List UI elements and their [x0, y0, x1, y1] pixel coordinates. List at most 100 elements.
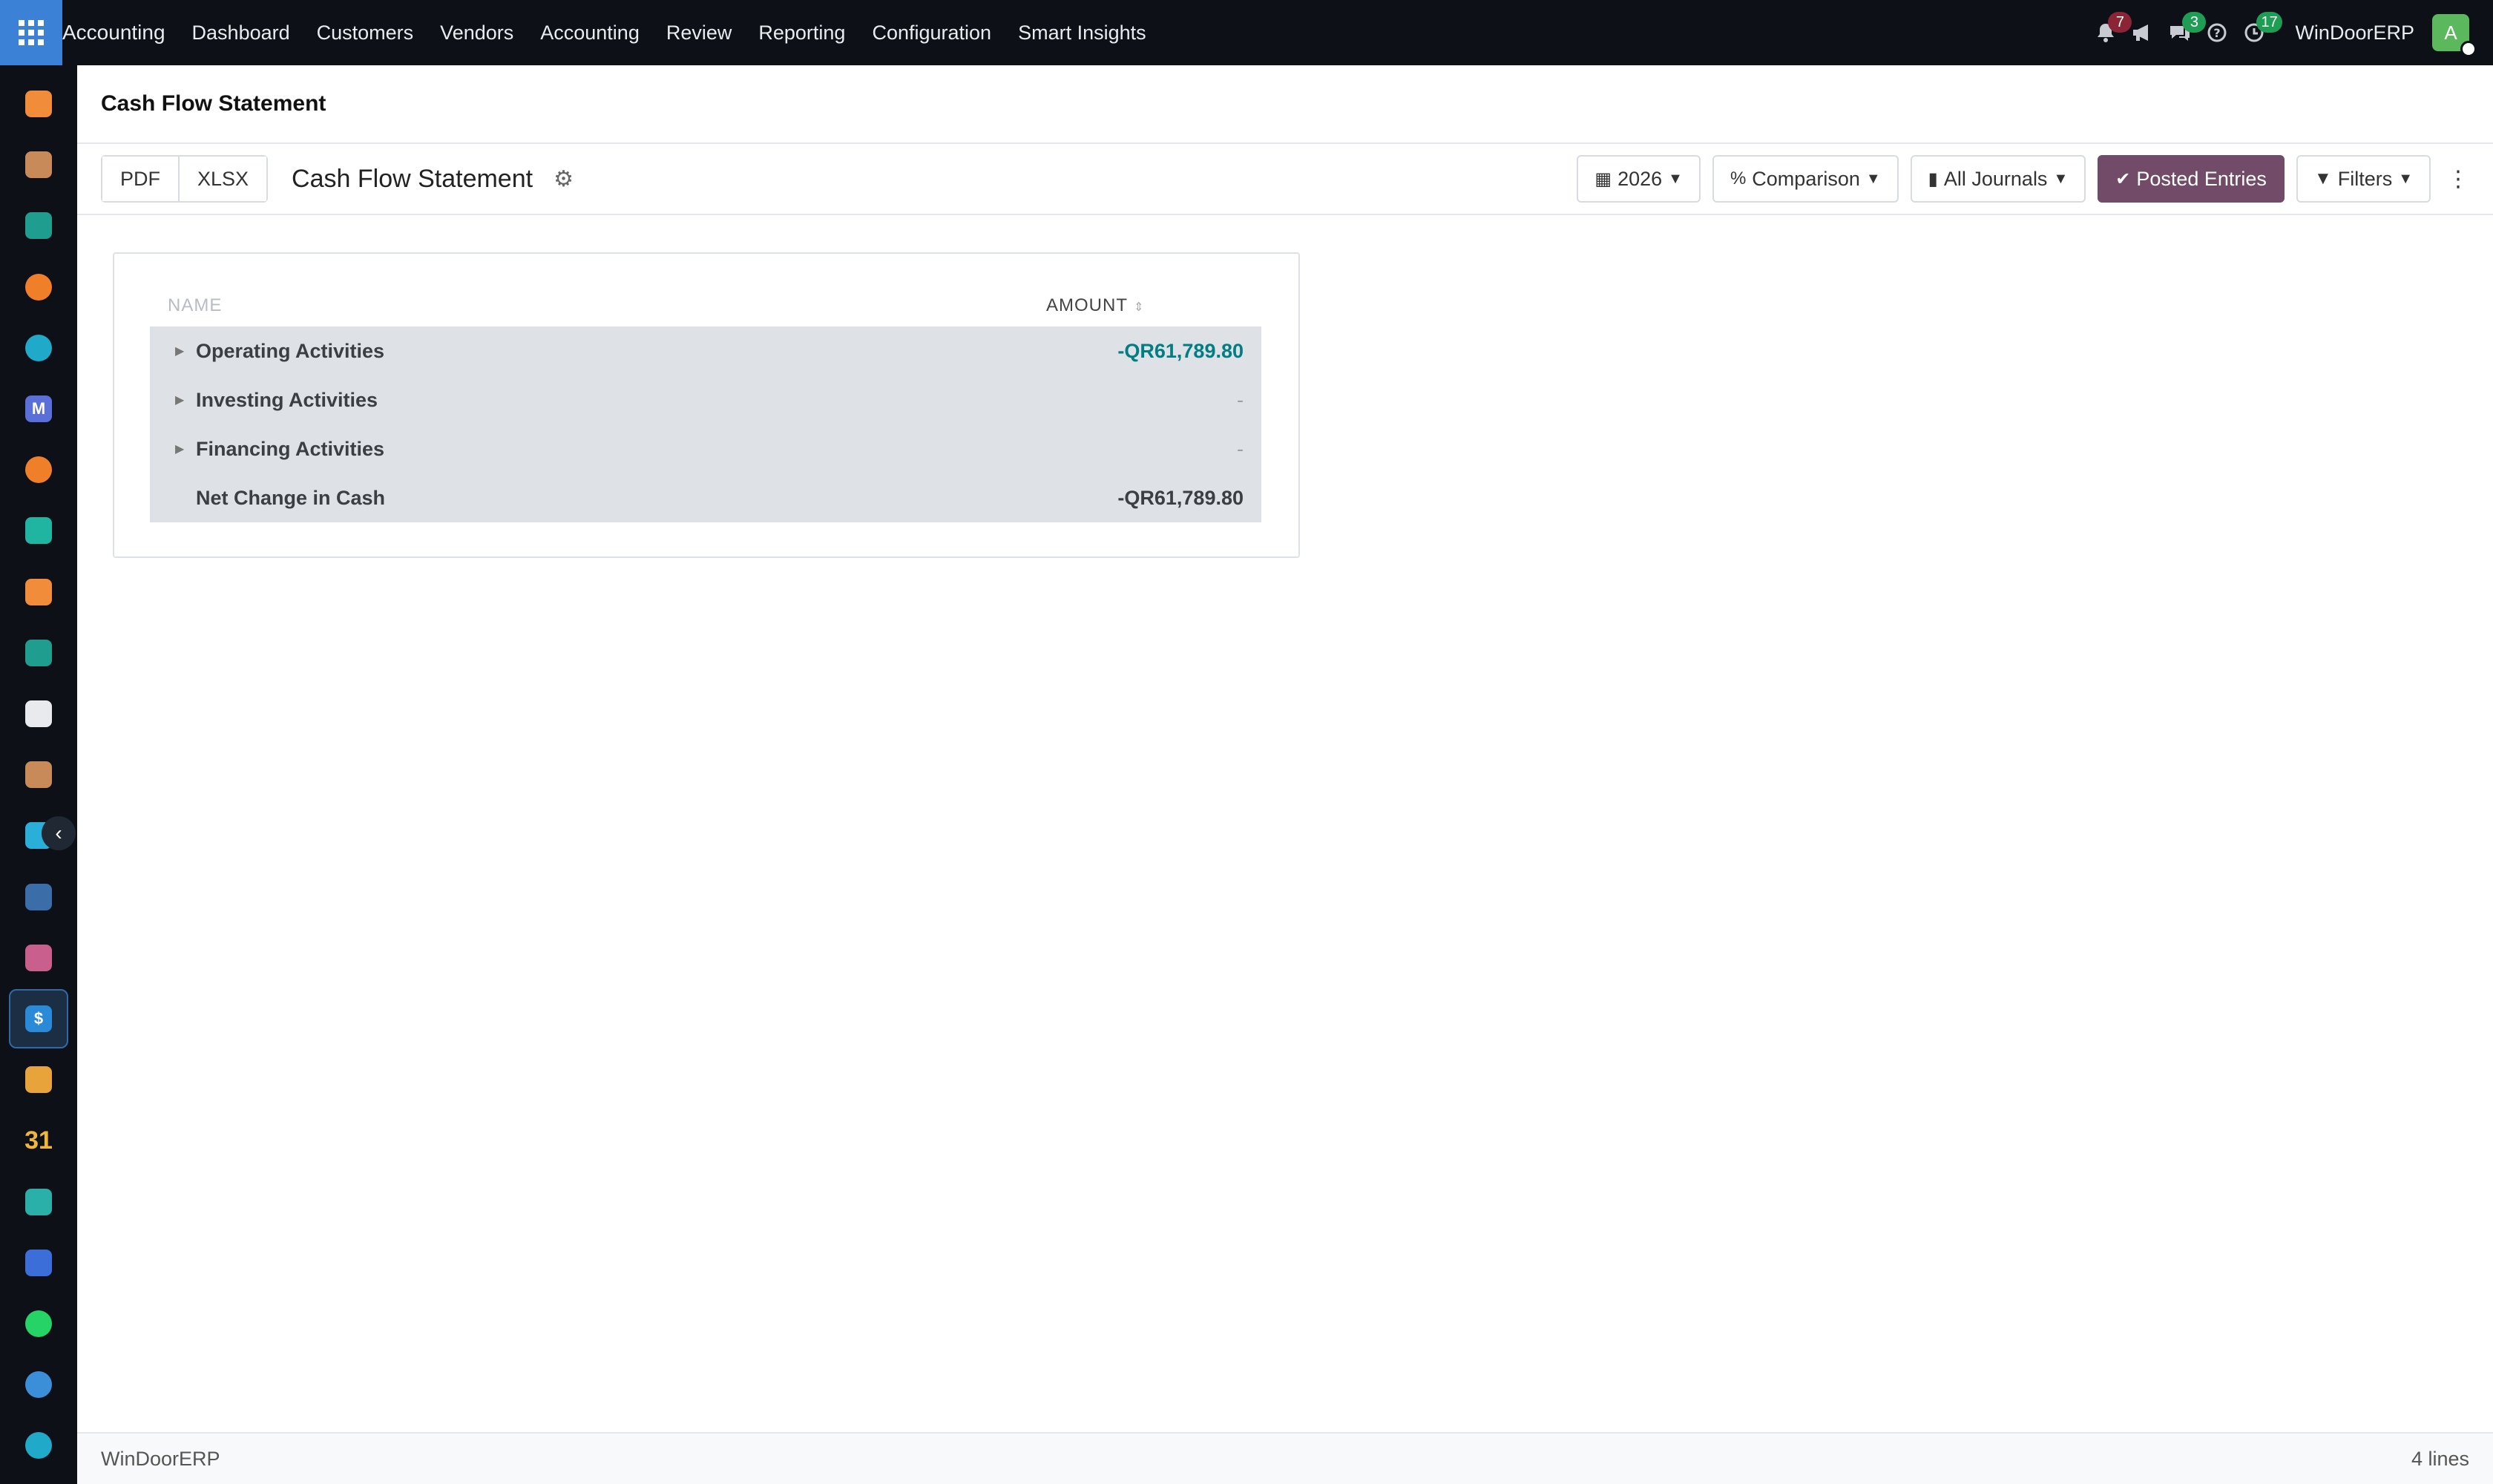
menu-brand[interactable]: Accounting — [62, 21, 179, 45]
sidebar-app-item[interactable] — [9, 135, 68, 194]
more-options-icon[interactable]: ⋮ — [2447, 166, 2469, 192]
line-name: Operating Activities — [196, 339, 385, 362]
svg-text:?: ? — [2214, 26, 2221, 40]
sidebar-app-item[interactable] — [9, 1355, 68, 1414]
report-line-financing[interactable]: ▶ Financing Activities - — [150, 424, 1261, 473]
sidebar-app-item[interactable] — [9, 623, 68, 683]
menu-reporting[interactable]: Reporting — [745, 22, 858, 45]
user-avatar[interactable]: A — [2432, 14, 2477, 57]
menu-dashboard[interactable]: Dashboard — [179, 22, 303, 45]
sidebar-app-item[interactable] — [9, 1233, 68, 1293]
sidebar-app-item[interactable] — [9, 257, 68, 317]
line-amount: -QR61,789.80 — [1117, 486, 1244, 509]
sidebar-collapse-chevron-left-icon[interactable]: ‹ — [42, 816, 76, 850]
activities-button[interactable]: 17 — [2236, 0, 2282, 65]
column-header-name: NAME — [168, 295, 223, 315]
top-navbar: Accounting Dashboard Customers Vendors A… — [0, 0, 2493, 65]
sidebar-app-item[interactable]: $ — [9, 989, 68, 1048]
menu-customers[interactable]: Customers — [303, 22, 427, 45]
sidebar-app-item[interactable] — [9, 440, 68, 499]
footer-line-count: 4 lines — [2411, 1447, 2469, 1470]
sidebar-app-item[interactable] — [9, 196, 68, 255]
sidebar-app-item[interactable] — [9, 318, 68, 378]
comparison-label: Comparison — [1752, 167, 1860, 190]
presence-dot — [2460, 41, 2477, 57]
filters-label: Filters — [2337, 167, 2393, 190]
filters-button[interactable]: ▼ Filters ▼ — [2296, 155, 2431, 203]
line-name: Net Change in Cash — [196, 486, 386, 509]
check-arrow-icon — [25, 517, 52, 545]
menu-smart-insights[interactable]: Smart Insights — [1005, 22, 1160, 45]
comparison-button[interactable]: % Comparison ▼ — [1712, 155, 1899, 203]
activities-badge: 17 — [2256, 12, 2282, 33]
book-icon — [25, 883, 52, 910]
pdf-button[interactable]: PDF — [102, 157, 178, 201]
status-footer: WinDoorERP 4 lines — [77, 1432, 2493, 1484]
caret-down-icon: ▼ — [2398, 170, 2413, 187]
sidebar-app-item[interactable] — [9, 1416, 68, 1475]
sidebar-app-item[interactable] — [9, 928, 68, 988]
avatar-initial: A — [2444, 21, 2457, 44]
sidebar-app-item[interactable]: M — [9, 379, 68, 439]
sidebar-app-item[interactable] — [9, 1050, 68, 1109]
xlsx-button[interactable]: XLSX — [178, 157, 267, 201]
sidebar-app-item[interactable] — [9, 1294, 68, 1353]
main-menu: Accounting Dashboard Customers Vendors A… — [62, 0, 1160, 65]
caret-right-icon[interactable]: ▶ — [175, 344, 184, 358]
menu-accounting[interactable]: Accounting — [527, 22, 653, 45]
wave-icon — [25, 1432, 52, 1460]
app-switcher-button[interactable] — [0, 0, 62, 65]
calendar-icon: ▦ — [1594, 168, 1612, 189]
sidebar-app-item[interactable]: 31 — [9, 1111, 68, 1170]
control-panel: PDF XLSX Cash Flow Statement ⚙ ▦ 2026 ▼ … — [77, 144, 2493, 215]
export-button-group: PDF XLSX — [101, 155, 269, 203]
bookmark-icon: ▼ — [2313, 168, 2332, 188]
sidebar-app-item[interactable] — [9, 74, 68, 134]
report-line-investing[interactable]: ▶ Investing Activities - — [150, 375, 1261, 424]
chat-bubble-icon — [25, 273, 52, 301]
caret-right-icon[interactable]: ▶ — [175, 393, 184, 407]
announcements-button[interactable] — [2124, 0, 2161, 65]
date-filter-button[interactable]: ▦ 2026 ▼ — [1577, 155, 1701, 203]
line-amount[interactable]: -QR61,789.80 — [1117, 340, 1244, 363]
menu-review[interactable]: Review — [653, 22, 746, 45]
line-name: Investing Activities — [196, 388, 378, 411]
sidebar-app-item[interactable] — [9, 745, 68, 804]
sidebar-app-item[interactable] — [9, 1172, 68, 1232]
caret-down-icon: ▼ — [2053, 170, 2069, 187]
question-circle-icon: ? — [2207, 23, 2227, 42]
contacts-icon — [25, 212, 52, 240]
footer-company: WinDoorERP — [101, 1447, 220, 1470]
chart-bars-icon — [25, 578, 52, 605]
chat-bubble-icon — [25, 456, 52, 484]
check-circle-icon: ✔ — [2115, 168, 2131, 189]
contacts-icon — [25, 639, 52, 666]
posted-entries-label: Posted Entries — [2136, 167, 2267, 190]
systray: 7 3 ? 17 WinDoorERP A — [2087, 0, 2493, 65]
report-line-operating[interactable]: ▶ Operating Activities -QR61,789.80 — [150, 326, 1261, 375]
breadcrumb: Cash Flow Statement — [77, 65, 2493, 144]
caret-right-icon[interactable]: ▶ — [175, 441, 184, 456]
sidebar-app-item[interactable] — [9, 684, 68, 743]
cube-icon — [25, 700, 52, 727]
app-sidebar: M $31 ‹ — [0, 65, 77, 1484]
gear-icon[interactable]: ⚙ — [554, 166, 574, 192]
mail-m-icon: M — [25, 395, 52, 422]
sidebar-app-item[interactable] — [9, 501, 68, 560]
caret-down-icon: ▼ — [1865, 170, 1881, 187]
messages-button[interactable]: 3 — [2161, 0, 2207, 65]
notifications-button[interactable]: 7 — [2087, 0, 2132, 65]
sidebar-app-item[interactable] — [9, 562, 68, 622]
column-header-amount-label: AMOUNT — [1046, 295, 1128, 315]
column-header-amount[interactable]: AMOUNT ⇕ — [1046, 295, 1144, 316]
journals-label: All Journals — [1943, 167, 2048, 190]
sidebar-app-item[interactable] — [9, 867, 68, 927]
posted-entries-button[interactable]: ✔ Posted Entries — [2098, 155, 2285, 203]
line-amount: - — [1237, 388, 1244, 411]
line-name: Financing Activities — [196, 437, 385, 460]
company-switcher[interactable]: WinDoorERP — [2295, 22, 2414, 45]
journals-button[interactable]: ▮ All Journals ▼ — [1910, 155, 2086, 203]
menu-configuration[interactable]: Configuration — [858, 22, 1005, 45]
help-button[interactable]: ? — [2198, 0, 2236, 65]
menu-vendors[interactable]: Vendors — [427, 22, 527, 45]
